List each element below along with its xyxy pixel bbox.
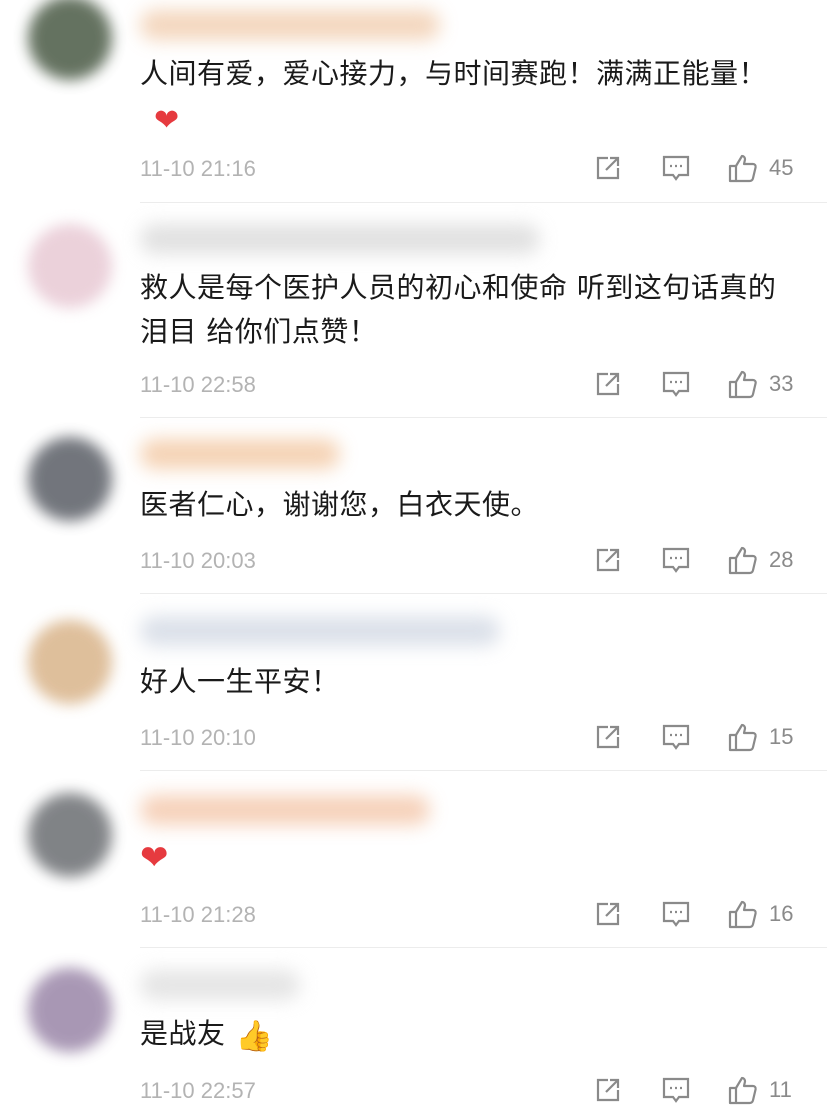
share-button[interactable] bbox=[591, 151, 625, 185]
comment-icon bbox=[662, 155, 690, 181]
divider bbox=[140, 770, 827, 771]
comment-actions: 28 bbox=[557, 543, 799, 577]
comment-actions: 16 bbox=[557, 897, 799, 931]
share-icon bbox=[596, 372, 620, 396]
thumbs-up-icon bbox=[728, 370, 757, 399]
like-count: 45 bbox=[769, 155, 794, 180]
comment-time: 11-10 22:58 bbox=[140, 372, 256, 397]
comment-icon bbox=[662, 371, 690, 397]
like-button[interactable]: 15 bbox=[727, 720, 799, 754]
divider bbox=[140, 593, 827, 594]
reply-button[interactable] bbox=[659, 151, 693, 185]
avatar[interactable] bbox=[28, 793, 112, 877]
comment-text-content: 救人是每个医护人员的初心和使命 听到这句话真的泪目 给你们点赞！ bbox=[140, 271, 777, 348]
like-button[interactable]: 45 bbox=[727, 151, 799, 185]
share-icon bbox=[596, 902, 620, 926]
like-button[interactable]: 28 bbox=[727, 543, 799, 577]
like-count: 28 bbox=[769, 547, 794, 572]
avatar[interactable] bbox=[28, 968, 112, 1052]
reply-button[interactable] bbox=[659, 897, 693, 931]
username-blurred[interactable] bbox=[140, 795, 430, 825]
share-icon bbox=[596, 548, 620, 572]
thumbs-up-icon bbox=[728, 546, 757, 575]
comment-actions: 45 bbox=[557, 151, 799, 185]
comment-time: 11-10 21:16 bbox=[140, 156, 256, 181]
share-button[interactable] bbox=[591, 543, 625, 577]
divider bbox=[140, 202, 827, 203]
like-count: 15 bbox=[769, 724, 794, 749]
like-button[interactable]: 16 bbox=[727, 897, 799, 931]
comment-text: ❤ bbox=[140, 835, 800, 879]
comment-icon bbox=[662, 901, 690, 927]
thumbs-up-icon bbox=[728, 723, 757, 752]
avatar[interactable] bbox=[28, 437, 112, 521]
like-count: 33 bbox=[769, 371, 794, 396]
username-blurred[interactable] bbox=[140, 439, 340, 469]
reply-button[interactable] bbox=[659, 367, 693, 401]
comment-text: 人间有爱，爱心接力，与时间赛跑！满满正能量！ ❤ bbox=[140, 52, 800, 140]
reply-button[interactable] bbox=[659, 1073, 693, 1107]
share-button[interactable] bbox=[591, 1073, 625, 1107]
username-blurred[interactable] bbox=[140, 616, 500, 646]
comment-icon bbox=[662, 724, 690, 750]
comment-text-content: 好人一生平安！ bbox=[140, 665, 340, 698]
comment-icon bbox=[662, 1077, 690, 1103]
reply-button[interactable] bbox=[659, 720, 693, 754]
comment-text: 好人一生平安！ bbox=[140, 660, 800, 704]
comment-actions: 11 bbox=[557, 1073, 799, 1107]
comment-actions: 33 bbox=[557, 367, 799, 401]
comment-text: 医者仁心，谢谢您，白衣天使。 bbox=[140, 483, 800, 527]
share-icon bbox=[596, 725, 620, 749]
avatar[interactable] bbox=[28, 0, 112, 80]
avatar[interactable] bbox=[28, 620, 112, 704]
comment-time: 11-10 22:57 bbox=[140, 1078, 256, 1103]
like-count: 16 bbox=[769, 901, 794, 926]
like-button[interactable]: 33 bbox=[727, 367, 799, 401]
share-button[interactable] bbox=[591, 897, 625, 931]
share-icon bbox=[596, 1078, 620, 1102]
comment-text: 是战友 👍 bbox=[140, 1012, 800, 1056]
thumbs-up-icon bbox=[728, 1076, 757, 1105]
comment-actions: 15 bbox=[557, 720, 799, 754]
thumbs-up-icon bbox=[728, 154, 757, 183]
thumbs-up-emoji-icon: 👍 bbox=[235, 1019, 274, 1054]
divider bbox=[140, 947, 827, 948]
reply-button[interactable] bbox=[659, 543, 693, 577]
comment-text-content: 是战友 bbox=[140, 1017, 226, 1050]
share-button[interactable] bbox=[591, 720, 625, 754]
thumbs-up-icon bbox=[728, 900, 757, 929]
share-button[interactable] bbox=[591, 367, 625, 401]
avatar[interactable] bbox=[28, 224, 112, 308]
like-count: 11 bbox=[769, 1077, 792, 1102]
username-blurred[interactable] bbox=[140, 224, 540, 254]
divider bbox=[140, 417, 827, 418]
comment-text-content: 人间有爱，爱心接力，与时间赛跑！满满正能量！ bbox=[140, 57, 768, 90]
heart-emoji-icon: ❤ bbox=[140, 838, 169, 878]
comment-time: 11-10 21:28 bbox=[140, 902, 256, 927]
comment-icon bbox=[662, 547, 690, 573]
comment-time: 11-10 20:10 bbox=[140, 725, 256, 750]
comment-text: 救人是每个医护人员的初心和使命 听到这句话真的泪目 给你们点赞！ bbox=[140, 266, 800, 354]
comment-text-content: 医者仁心，谢谢您，白衣天使。 bbox=[140, 488, 540, 521]
share-icon bbox=[596, 156, 620, 180]
comment-time: 11-10 20:03 bbox=[140, 548, 256, 573]
username-blurred[interactable] bbox=[140, 970, 300, 1000]
heart-emoji-icon: ❤ bbox=[154, 103, 180, 138]
username-blurred[interactable] bbox=[140, 10, 440, 40]
like-button[interactable]: 11 bbox=[727, 1073, 799, 1107]
